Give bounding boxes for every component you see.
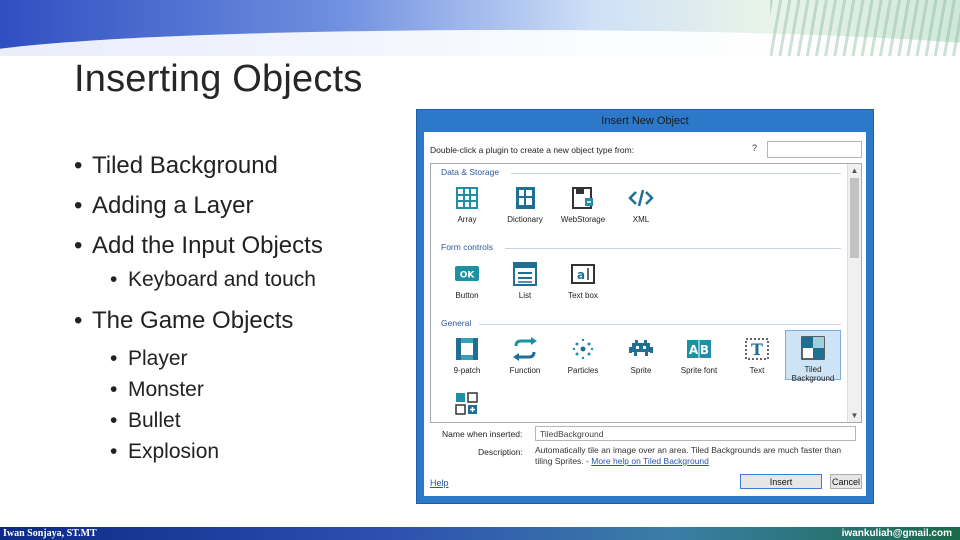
plugin-list[interactable]: Data & Storage Array Dictionary WebStora… (430, 163, 862, 423)
plugin-item-tiled-background[interactable]: Tiled Background (785, 330, 841, 383)
dictionary-icon (511, 184, 539, 212)
insert-object-dialog: Insert New Object Double-click a plugin … (417, 110, 873, 503)
scroll-thumb[interactable] (850, 178, 859, 258)
description-text: Automatically tile an image over an area… (535, 445, 842, 466)
ok-button-icon: OK (453, 260, 481, 288)
list-icon (511, 260, 539, 288)
textbox-icon: a (569, 260, 597, 288)
svg-text:A: A (689, 343, 699, 357)
plugin-item-text[interactable]: T Text (731, 335, 783, 375)
dialog-title: Insert New Object (601, 115, 689, 127)
slide-title: Inserting Objects (74, 58, 363, 100)
help-question-icon[interactable]: ? (752, 143, 757, 153)
particles-icon (569, 335, 597, 363)
plugin-item-9-patch[interactable]: 9-patch (441, 335, 493, 375)
section-divider (511, 173, 841, 174)
scroll-up-icon[interactable]: ▲ (848, 164, 861, 177)
text-t-icon: T (743, 335, 771, 363)
array-grid-icon (453, 184, 481, 212)
plugin-item-particles[interactable]: Particles (557, 335, 609, 375)
sub-bullet-item: • Monster (110, 378, 204, 401)
search-input[interactable] (767, 141, 862, 158)
name-label: Name when inserted: (442, 429, 523, 439)
sub-bullet-item: • Player (110, 347, 188, 370)
svg-text:OK: OK (460, 271, 476, 281)
name-input[interactable]: TiledBackground (535, 426, 856, 441)
plugin-item-textbox[interactable]: a Text box (557, 260, 609, 300)
cancel-button[interactable]: Cancel (830, 474, 862, 489)
plugin-item-sprite-font[interactable]: AB Sprite font (673, 335, 725, 375)
sprite-invader-icon (627, 335, 655, 363)
bullet-item: • Adding a Layer (74, 192, 254, 219)
sub-bullet-item: • Keyboard and touch (110, 268, 316, 291)
section-general: General (441, 318, 472, 328)
xml-code-icon (627, 184, 655, 212)
plugin-item-dictionary[interactable]: Dictionary (499, 184, 551, 224)
plugin-item-partial[interactable] (441, 390, 493, 418)
tiled-background-icon (799, 334, 827, 362)
plugin-item-button[interactable]: OK Button (441, 260, 493, 300)
section-divider (505, 248, 841, 249)
description-label: Description: (478, 447, 523, 457)
webstorage-icon (569, 184, 597, 212)
nine-patch-icon (453, 335, 481, 363)
function-icon (511, 335, 539, 363)
svg-text:B: B (700, 343, 709, 357)
plugin-item-sprite[interactable]: Sprite (615, 335, 667, 375)
plugin-item-list[interactable]: List (499, 260, 551, 300)
banner-grass-decoration (770, 0, 960, 56)
sub-bullet-item: • Explosion (110, 440, 220, 463)
more-help-link[interactable]: More help on Tiled Background (591, 456, 709, 466)
help-link[interactable]: Help (430, 478, 449, 488)
footer-author: Iwan Sonjaya, ST.MT (3, 528, 97, 539)
bullet-item: • Tiled Background (74, 152, 278, 179)
svg-text:a: a (577, 268, 585, 282)
bullet-item: • Add the Input Objects (74, 232, 323, 259)
section-data-storage: Data & Storage (441, 167, 500, 177)
bullet-item: • The Game Objects (74, 307, 294, 334)
section-divider (479, 324, 841, 325)
grid-plus-icon (453, 390, 481, 418)
dialog-hint: Double-click a plugin to create a new ob… (430, 145, 635, 155)
plugin-item-function[interactable]: Function (499, 335, 551, 375)
sprite-font-icon: AB (685, 335, 713, 363)
footer-email: iwankuliah@gmail.com (841, 528, 952, 539)
dialog-body: Double-click a plugin to create a new ob… (424, 132, 866, 496)
svg-text:T: T (751, 340, 763, 359)
insert-button[interactable]: Insert (740, 474, 822, 489)
bullet-list: • Tiled Background • Adding a Layer • Add t… (74, 146, 323, 467)
sub-bullet-item: • Bullet (110, 409, 181, 432)
section-form-controls: Form controls (441, 242, 493, 252)
footer-bar: Iwan Sonjaya, ST.MT iwankuliah@gmail.com (0, 527, 960, 540)
plugin-item-array[interactable]: Array (441, 184, 493, 224)
plugin-item-xml[interactable]: XML (615, 184, 667, 224)
scroll-down-icon[interactable]: ▼ (848, 409, 861, 422)
list-scrollbar[interactable]: ▲ ▼ (847, 164, 861, 422)
plugin-item-webstorage[interactable]: WebStorage (557, 184, 609, 224)
top-banner (0, 0, 960, 56)
